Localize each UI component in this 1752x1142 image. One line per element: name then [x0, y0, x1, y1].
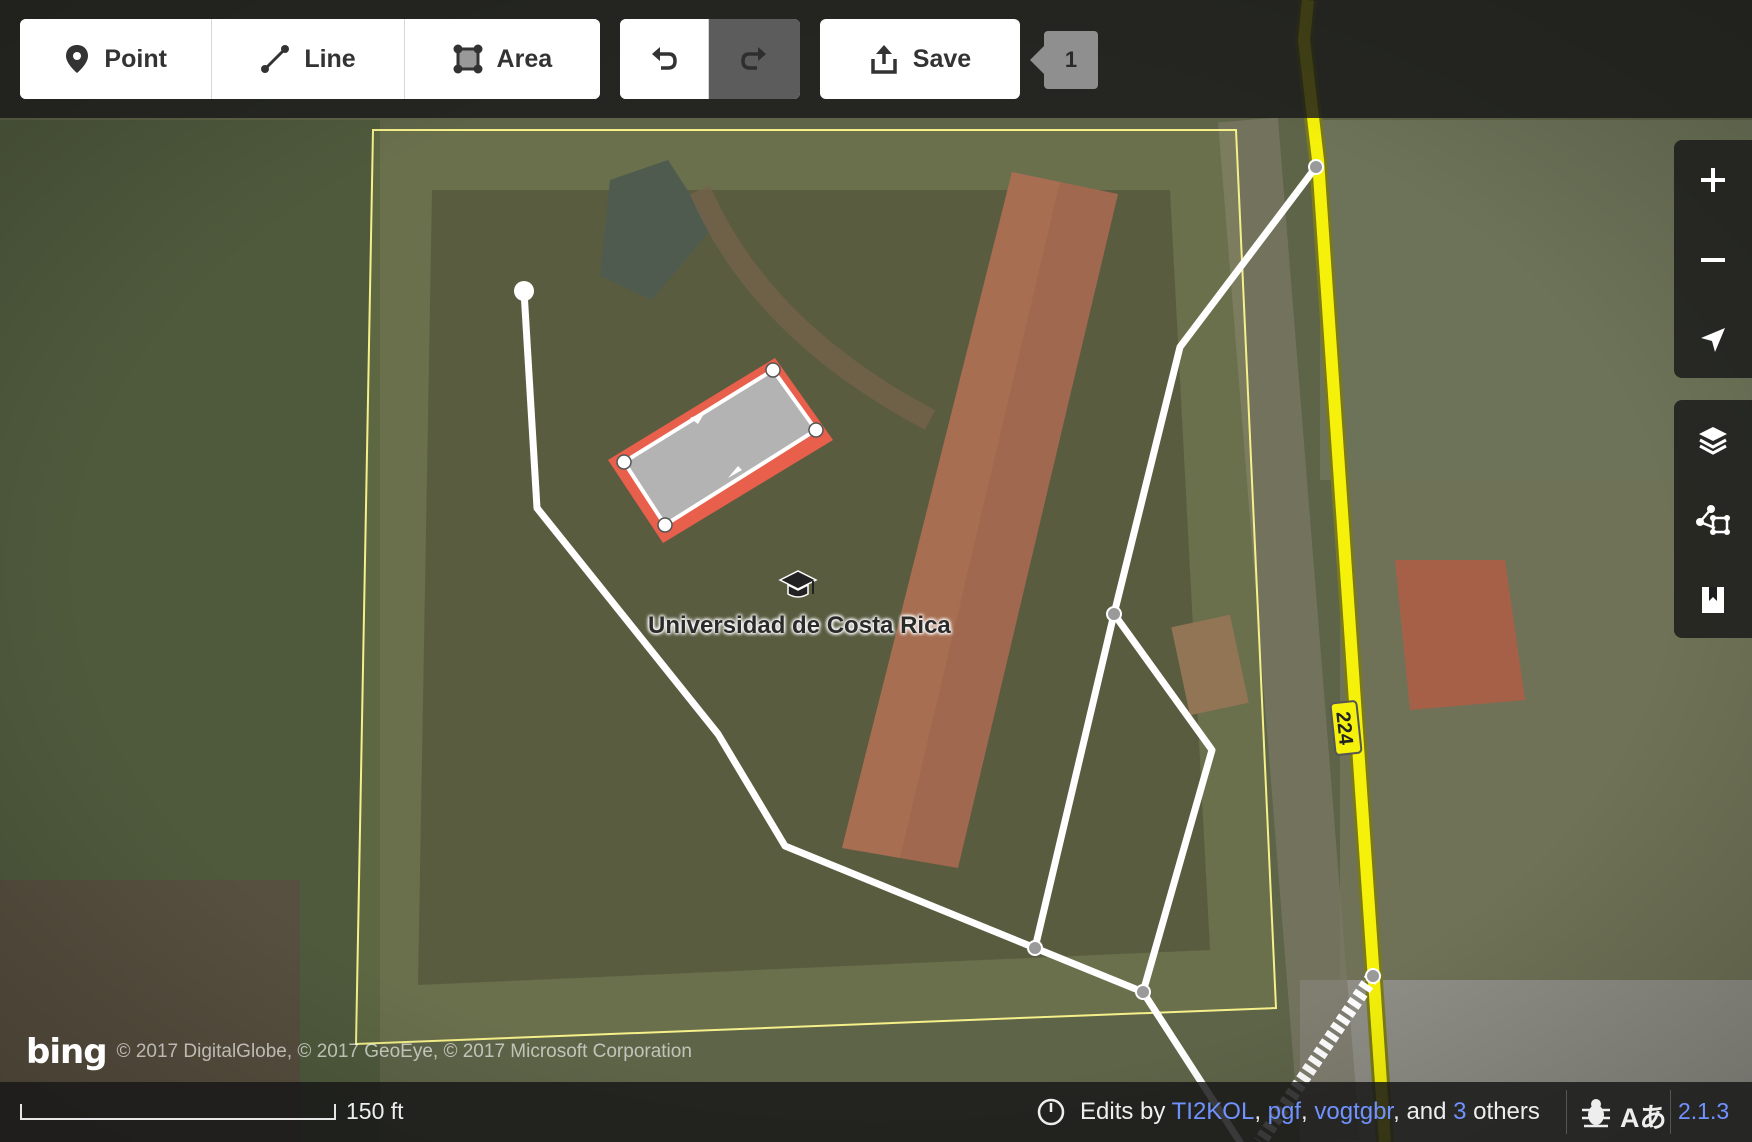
others-text: others	[1466, 1098, 1540, 1125]
plus-icon	[1701, 168, 1725, 192]
top-toolbar: Point Line Area Save 1	[0, 0, 1752, 118]
imagery-attribution: bing © 2017 DigitalGlobe, © 2017 GeoEye,…	[26, 1032, 692, 1072]
vertex[interactable]	[1106, 606, 1122, 622]
save-button[interactable]: Save	[820, 19, 1020, 99]
location-arrow-icon	[1701, 328, 1725, 352]
zoom-out-button[interactable]	[1674, 220, 1752, 300]
edit-count-badge: 1	[1030, 31, 1098, 89]
attribution-text: © 2017 DigitalGlobe, © 2017 GeoEye, © 20…	[116, 1041, 692, 1062]
road-ref-shield: 224	[1329, 700, 1363, 756]
edits-prefix: Edits by	[1080, 1098, 1172, 1125]
map-controls-panels	[1674, 400, 1752, 638]
contributor-link[interactable]: TI2KOL	[1172, 1098, 1255, 1125]
area-vertex[interactable]	[657, 517, 673, 533]
geolocate-button[interactable]	[1674, 300, 1752, 380]
add-area-label: Area	[496, 44, 553, 73]
background-panel-button[interactable]	[1674, 400, 1752, 480]
redo-button[interactable]	[707, 19, 800, 99]
contributor-link[interactable]: pgf	[1268, 1098, 1301, 1125]
save-label: Save	[912, 44, 972, 73]
map-data-icon	[1696, 505, 1730, 535]
others-count-link[interactable]: 3	[1453, 1098, 1466, 1125]
vertex[interactable]	[1135, 984, 1151, 1000]
area-icon	[453, 44, 483, 74]
scale-bar[interactable]	[20, 1104, 336, 1120]
footer-bar: 150 ft Edits by TI2KOL, pgf, vogtgbr, an…	[0, 1082, 1752, 1142]
add-feature-group: Point Line Area	[20, 19, 600, 99]
bing-logo: bing	[26, 1032, 108, 1072]
map-canvas[interactable]: 224	[0, 0, 1752, 1142]
translate-icon[interactable]: Aあ	[1620, 1096, 1667, 1135]
map-data-panel-button[interactable]	[1674, 480, 1752, 560]
history-clock-icon[interactable]	[1036, 1097, 1066, 1127]
version-link[interactable]: 2.1.3	[1678, 1098, 1729, 1125]
path-endpoint[interactable]	[514, 281, 534, 301]
layers-icon	[1699, 427, 1727, 455]
add-point-label: Point	[104, 44, 167, 73]
add-area-button[interactable]: Area	[403, 19, 600, 99]
upload-icon	[871, 45, 897, 74]
issues-panel-button[interactable]	[1674, 560, 1752, 640]
redo-icon	[741, 47, 767, 70]
history-group	[620, 19, 800, 99]
contributor-link[interactable]: vogtgbr	[1314, 1098, 1393, 1125]
footer-divider	[1566, 1090, 1567, 1134]
footer-divider	[1670, 1090, 1671, 1134]
scale-text: 150 ft	[346, 1098, 404, 1124]
add-line-button[interactable]: Line	[211, 19, 404, 99]
poi-label: Universidad de Costa Rica	[648, 612, 951, 639]
zoom-in-button[interactable]	[1674, 140, 1752, 220]
map-controls-zoom	[1674, 140, 1752, 378]
minus-icon	[1701, 258, 1725, 262]
road-ref-label: 224	[1331, 710, 1356, 746]
vertex[interactable]	[1308, 159, 1324, 175]
undo-button[interactable]	[620, 19, 708, 99]
add-point-button[interactable]: Point	[20, 19, 212, 99]
save-group: Save	[820, 19, 1020, 99]
contributors-info: Edits by TI2KOL, pgf, vogtgbr, and 3 oth…	[1080, 1098, 1540, 1125]
area-vertex[interactable]	[616, 454, 632, 470]
line-icon	[261, 45, 290, 73]
area-vertex[interactable]	[808, 422, 824, 438]
area-vertex[interactable]	[765, 362, 781, 378]
building-roof-east	[1395, 560, 1525, 710]
bookmark-icon	[1702, 587, 1724, 613]
vertex[interactable]	[1365, 968, 1381, 984]
vertex[interactable]	[1027, 940, 1043, 956]
and-text: , and	[1393, 1098, 1454, 1125]
bug-icon[interactable]	[1580, 1096, 1612, 1128]
undo-icon	[651, 47, 677, 70]
graduation-cap-icon[interactable]	[778, 564, 818, 604]
add-line-label: Line	[304, 44, 356, 73]
point-icon	[66, 45, 89, 73]
